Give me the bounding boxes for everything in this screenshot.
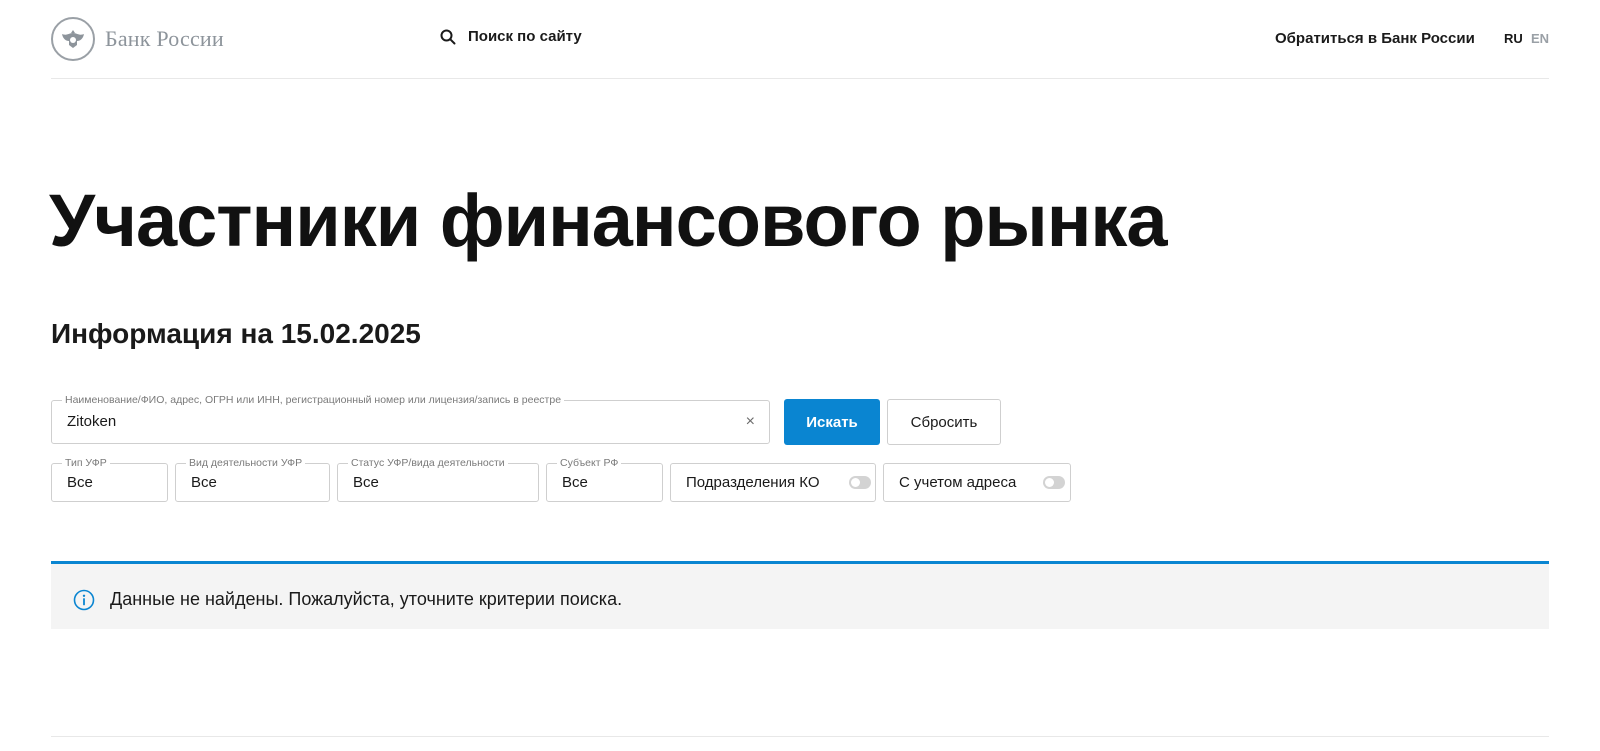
toggle-ko-label: Подразделения КО xyxy=(686,474,820,491)
search-icon xyxy=(440,29,456,44)
toggle-address[interactable]: С учетом адреса xyxy=(883,463,1071,502)
site-search[interactable]: Поиск по сайту xyxy=(440,28,582,45)
toggle-address-label: С учетом адреса xyxy=(899,474,1017,491)
toggle-ko-switch[interactable] xyxy=(849,476,871,489)
no-results-notice: Данные не найдены. Пожалуйста, уточните … xyxy=(51,561,1549,629)
filter-status-select[interactable]: Статус УФР/вида деятельности Все xyxy=(337,457,539,502)
clear-icon[interactable]: × xyxy=(746,413,755,431)
filter-region-value: Все xyxy=(562,474,588,491)
lang-ru-link[interactable]: RU xyxy=(1504,31,1523,46)
logo-text: Банк России xyxy=(105,26,224,51)
filter-activity-value: Все xyxy=(191,474,217,491)
toggle-address-switch[interactable] xyxy=(1043,476,1065,489)
lang-en-link[interactable]: EN xyxy=(1531,31,1549,46)
toggle-ko-divisions[interactable]: Подразделения КО xyxy=(670,463,876,502)
filter-status-value: Все xyxy=(353,474,379,491)
filter-activity-legend: Вид деятельности УФР xyxy=(186,457,306,469)
contact-bank-link[interactable]: Обратиться в Банк России xyxy=(1275,30,1475,47)
page-title: Участники финансового рынка xyxy=(49,179,1168,262)
info-date-heading: Информация на 15.02.2025 xyxy=(51,318,421,349)
filter-status-legend: Статус УФР/вида деятельности xyxy=(348,457,508,469)
filter-region-select[interactable]: Субъект РФ Все xyxy=(546,457,663,502)
site-search-label: Поиск по сайту xyxy=(468,28,582,45)
info-icon xyxy=(73,589,95,611)
notice-text: Данные не найдены. Пожалуйста, уточните … xyxy=(110,589,623,609)
filter-type-legend: Тип УФР xyxy=(62,457,110,469)
search-button[interactable]: Искать xyxy=(784,399,880,445)
reset-button[interactable]: Сбросить xyxy=(887,399,1001,445)
filter-activity-select[interactable]: Вид деятельности УФР Все xyxy=(175,457,330,502)
filter-type-value: Все xyxy=(67,474,93,491)
bank-logo[interactable]: Банк России xyxy=(51,17,224,61)
filter-type-select[interactable]: Тип УФР Все xyxy=(51,457,168,502)
search-input[interactable]: Zitoken xyxy=(67,413,116,430)
search-field-legend: Наименование/ФИО, адрес, ОГРН или ИНН, р… xyxy=(62,394,565,406)
footer-divider xyxy=(51,736,1549,737)
search-field[interactable]: Наименование/ФИО, адрес, ОГРН или ИНН, р… xyxy=(51,394,770,444)
eagle-emblem-icon xyxy=(51,17,95,61)
site-header: Банк России Поиск по сайту Обратиться в … xyxy=(51,0,1549,79)
filter-region-legend: Субъект РФ xyxy=(557,457,622,469)
